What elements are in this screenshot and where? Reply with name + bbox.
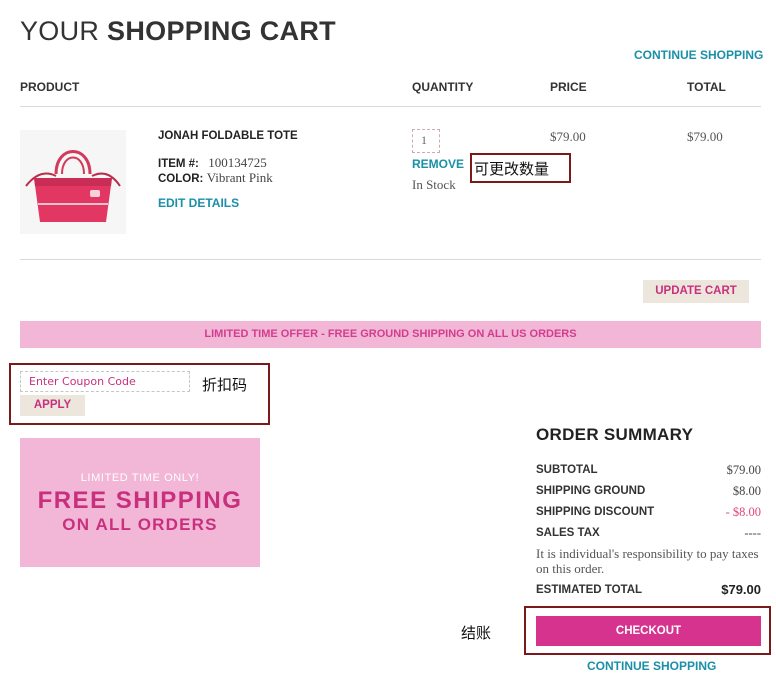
page-title: YOUR SHOPPING CART bbox=[20, 16, 336, 47]
column-header-quantity: QUANTITY bbox=[412, 80, 474, 94]
banner-line-3: ON ALL ORDERS bbox=[62, 515, 218, 534]
column-header-product: PRODUCT bbox=[20, 80, 80, 94]
remove-link[interactable]: REMOVE bbox=[412, 157, 464, 171]
sales-tax-label: SALES TAX bbox=[536, 527, 600, 539]
header-divider bbox=[20, 106, 761, 107]
annotation-quantity-note: 可更改数量 bbox=[474, 160, 550, 178]
sales-tax-value: ---- bbox=[744, 526, 761, 540]
product-image[interactable] bbox=[20, 130, 126, 234]
estimated-total-label: ESTIMATED TOTAL bbox=[536, 584, 643, 596]
shipping-value: $8.00 bbox=[732, 484, 761, 498]
update-cart-button[interactable]: UPDATE CART bbox=[643, 280, 749, 303]
item-number-value: 100134725 bbox=[208, 155, 267, 170]
product-name[interactable]: JONAH FOLDABLE TOTE bbox=[158, 130, 298, 142]
annotation-checkout-note: 结账 bbox=[461, 624, 492, 642]
tax-note: It is individual's responsibility to pay… bbox=[536, 546, 759, 576]
subtotal-value: $79.00 bbox=[726, 463, 761, 477]
item-number-row: ITEM #: 100134725 bbox=[158, 155, 267, 171]
banner-line-1: LIMITED TIME ONLY! bbox=[80, 472, 200, 484]
color-label: COLOR: bbox=[158, 173, 204, 185]
page-title-light: YOUR bbox=[20, 16, 100, 46]
order-summary-title: ORDER SUMMARY bbox=[536, 425, 694, 444]
shipping-discount-label: SHIPPING DISCOUNT bbox=[536, 506, 655, 518]
item-price: $79.00 bbox=[550, 129, 586, 144]
quantity-input[interactable]: 1 bbox=[412, 129, 440, 153]
subtotal-label: SUBTOTAL bbox=[536, 464, 598, 476]
annotation-coupon-note: 折扣码 bbox=[202, 376, 248, 394]
promo-banner: LIMITED TIME OFFER - FREE GROUND SHIPPIN… bbox=[20, 321, 761, 348]
color-value: Vibrant Pink bbox=[206, 170, 273, 185]
column-header-price: PRICE bbox=[550, 80, 587, 94]
continue-shopping-link-top[interactable]: CONTINUE SHOPPING bbox=[634, 48, 763, 62]
shipping-label: SHIPPING GROUND bbox=[536, 485, 646, 497]
edit-details-link[interactable]: EDIT DETAILS bbox=[158, 196, 239, 210]
page-title-bold: SHOPPING CART bbox=[107, 16, 336, 46]
item-number-label: ITEM #: bbox=[158, 158, 199, 170]
column-header-total: TOTAL bbox=[687, 80, 726, 94]
checkout-button[interactable]: CHECKOUT bbox=[536, 616, 761, 646]
color-row: COLOR: Vibrant Pink bbox=[158, 170, 273, 186]
row-divider bbox=[20, 259, 761, 260]
estimated-total-value: $79.00 bbox=[721, 582, 761, 597]
free-shipping-banner[interactable]: LIMITED TIME ONLY! FREE SHIPPING ON ALL … bbox=[20, 438, 260, 567]
tote-bag-icon bbox=[25, 150, 121, 222]
stock-status: In Stock bbox=[412, 177, 456, 192]
apply-coupon-button[interactable]: APPLY bbox=[20, 395, 85, 416]
continue-shopping-link-bottom[interactable]: CONTINUE SHOPPING bbox=[587, 659, 716, 673]
banner-line-2: FREE SHIPPING bbox=[37, 487, 243, 514]
item-total: $79.00 bbox=[687, 129, 723, 144]
shipping-discount-value: - $8.00 bbox=[725, 505, 761, 519]
coupon-code-input[interactable]: Enter Coupon Code bbox=[20, 371, 190, 392]
